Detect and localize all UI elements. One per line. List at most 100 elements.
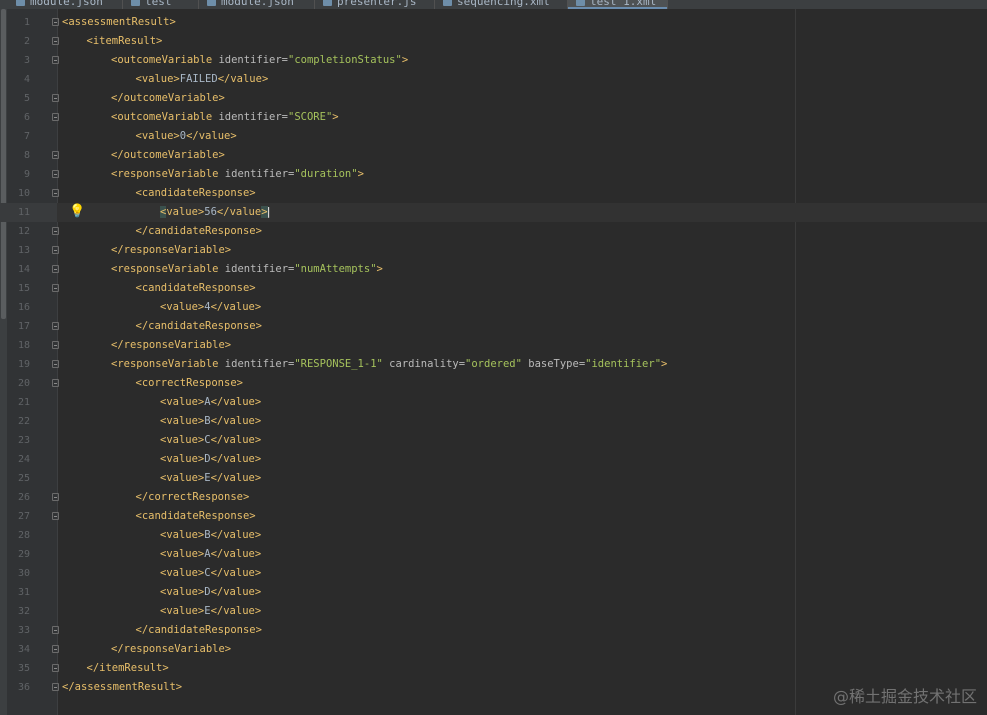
- fold-marker-icon[interactable]: [52, 113, 59, 121]
- code-line[interactable]: 34 </responseVariable>: [0, 640, 987, 659]
- code-token: </correctResponse>: [135, 491, 250, 503]
- code-token: <value>: [135, 130, 180, 142]
- line-number: 25: [17, 473, 30, 484]
- fold-marker-icon[interactable]: [52, 645, 59, 653]
- code-token: </value>: [210, 434, 262, 446]
- code-line[interactable]: 3 <outcomeVariable identifier="completion…: [0, 51, 987, 70]
- code-token: <value>: [160, 567, 205, 579]
- code-line[interactable]: 💡 11 <value>56</value>|: [0, 203, 987, 222]
- code-text: <value>E</value>: [160, 602, 261, 621]
- code-line[interactable]: 27 <candidateResponse>: [0, 507, 987, 526]
- tab-sequencing-xml[interactable]: sequencing.xml: [435, 0, 568, 9]
- code-line[interactable]: 31 <value>D</value>: [0, 583, 987, 602]
- line-number: 30: [17, 568, 30, 579]
- code-line[interactable]: 6 <outcomeVariable identifier="SCORE">: [0, 108, 987, 127]
- fold-marker-icon[interactable]: [52, 379, 59, 387]
- code-line[interactable]: 16 <value>4</value>: [0, 298, 987, 317]
- fold-marker-icon[interactable]: [52, 360, 59, 368]
- code-line[interactable]: 26 </correctResponse>: [0, 488, 987, 507]
- fold-marker-icon[interactable]: [52, 493, 59, 501]
- tab-module-json-1[interactable]: module.json: [8, 0, 123, 9]
- fold-marker-icon[interactable]: [52, 246, 59, 254]
- code-token: </outcomeVariable>: [111, 92, 225, 104]
- code-text: <candidateResponse>: [136, 279, 256, 298]
- fold-marker-icon[interactable]: [52, 227, 59, 235]
- code-token: </value>: [210, 548, 262, 560]
- line-number: 4: [23, 74, 30, 85]
- code-token: <value>: [160, 301, 205, 313]
- code-line[interactable]: 13 </responseVariable>: [0, 241, 987, 260]
- code-token: cardinality=: [389, 358, 466, 370]
- lightbulb-icon[interactable]: 💡: [69, 204, 85, 220]
- code-line[interactable]: 21 <value>A</value>: [0, 393, 987, 412]
- code-line[interactable]: 14 <responseVariable identifier="numAttem…: [0, 260, 987, 279]
- code-text: <responseVariable identifier="RESPONSE_1…: [111, 355, 667, 374]
- code-text: <value>B</value>: [160, 526, 261, 545]
- code-line[interactable]: 24 <value>D</value>: [0, 450, 987, 469]
- fold-marker-icon[interactable]: [52, 341, 59, 349]
- code-line[interactable]: 1 <assessmentResult>: [0, 13, 987, 32]
- fold-marker-icon[interactable]: [52, 322, 59, 330]
- tab-test[interactable]: test: [123, 0, 199, 9]
- code-line[interactable]: 28 <value>B</value>: [0, 526, 987, 545]
- fold-marker-icon[interactable]: [52, 94, 59, 102]
- code-line[interactable]: 8 </outcomeVariable>: [0, 146, 987, 165]
- code-token: </value>: [210, 301, 262, 313]
- code-text: </outcomeVariable>: [111, 146, 225, 165]
- code-token: </value>: [210, 586, 262, 598]
- code-line[interactable]: 17 </candidateResponse>: [0, 317, 987, 336]
- code-line[interactable]: 35 </itemResult>: [0, 659, 987, 678]
- js-file-icon: [323, 0, 332, 6]
- fold-marker-icon[interactable]: [52, 151, 59, 159]
- code-line[interactable]: 33 </candidateResponse>: [0, 621, 987, 640]
- fold-marker-icon[interactable]: [52, 265, 59, 273]
- fold-marker-icon[interactable]: [52, 56, 59, 64]
- code-token: identifier=: [224, 358, 295, 370]
- tab-presenter-js[interactable]: presenter.js: [315, 0, 435, 9]
- fold-marker-icon[interactable]: [52, 284, 59, 292]
- code-token: </responseVariable>: [111, 339, 232, 351]
- code-token: <assessmentResult>: [62, 16, 176, 28]
- code-text: </candidateResponse>: [136, 621, 262, 640]
- fold-marker-icon[interactable]: [52, 512, 59, 520]
- fold-marker-icon[interactable]: [52, 37, 59, 45]
- code-line[interactable]: 15 <candidateResponse>: [0, 279, 987, 298]
- code-token: </value>: [210, 472, 262, 484]
- code-token: "SCORE": [288, 111, 333, 123]
- code-token: </value>: [186, 130, 237, 142]
- fold-marker-icon[interactable]: [52, 170, 59, 178]
- code-token: "identifier": [585, 358, 662, 370]
- code-line[interactable]: 23 <value>C</value>: [0, 431, 987, 450]
- fold-marker-icon[interactable]: [52, 683, 59, 691]
- line-number: 22: [17, 416, 30, 427]
- line-number: 19: [17, 359, 30, 370]
- code-line[interactable]: 29 <value>A</value>: [0, 545, 987, 564]
- code-text: </assessmentResult>: [62, 678, 182, 697]
- code-line[interactable]: 25 <value>E</value>: [0, 469, 987, 488]
- code-line[interactable]: 10 <candidateResponse>: [0, 184, 987, 203]
- json-file-icon: [207, 0, 216, 6]
- fold-marker-icon[interactable]: [52, 626, 59, 634]
- code-token: <value>: [160, 434, 205, 446]
- code-line[interactable]: 19 <responseVariable identifier="RESPONSE…: [0, 355, 987, 374]
- line-number: 15: [17, 283, 30, 294]
- code-line[interactable]: 32 <value>E</value>: [0, 602, 987, 621]
- tab-module-json-2[interactable]: module.json: [199, 0, 315, 9]
- fold-marker-icon[interactable]: [52, 18, 59, 26]
- code-line[interactable]: 4 <value>FAILED</value>: [0, 70, 987, 89]
- code-line[interactable]: 20 <correctResponse>: [0, 374, 987, 393]
- code-line[interactable]: 22 <value>B</value>: [0, 412, 987, 431]
- fold-marker-icon[interactable]: [52, 664, 59, 672]
- line-number: 34: [17, 644, 30, 655]
- fold-marker-icon[interactable]: [52, 189, 59, 197]
- code-line[interactable]: 12 </candidateResponse>: [0, 222, 987, 241]
- line-number: 17: [17, 321, 30, 332]
- code-line[interactable]: 7 <value>0</value>: [0, 127, 987, 146]
- code-line[interactable]: 5 </outcomeVariable>: [0, 89, 987, 108]
- code-line[interactable]: 2 <itemResult>: [0, 32, 987, 51]
- code-line[interactable]: 30 <value>C</value>: [0, 564, 987, 583]
- tab-test-1-xml[interactable]: test_1.xml: [568, 0, 668, 9]
- code-line[interactable]: 9 <responseVariable identifier="duration"…: [0, 165, 987, 184]
- code-line[interactable]: 18 </responseVariable>: [0, 336, 987, 355]
- code-text: <value>E</value>: [160, 469, 261, 488]
